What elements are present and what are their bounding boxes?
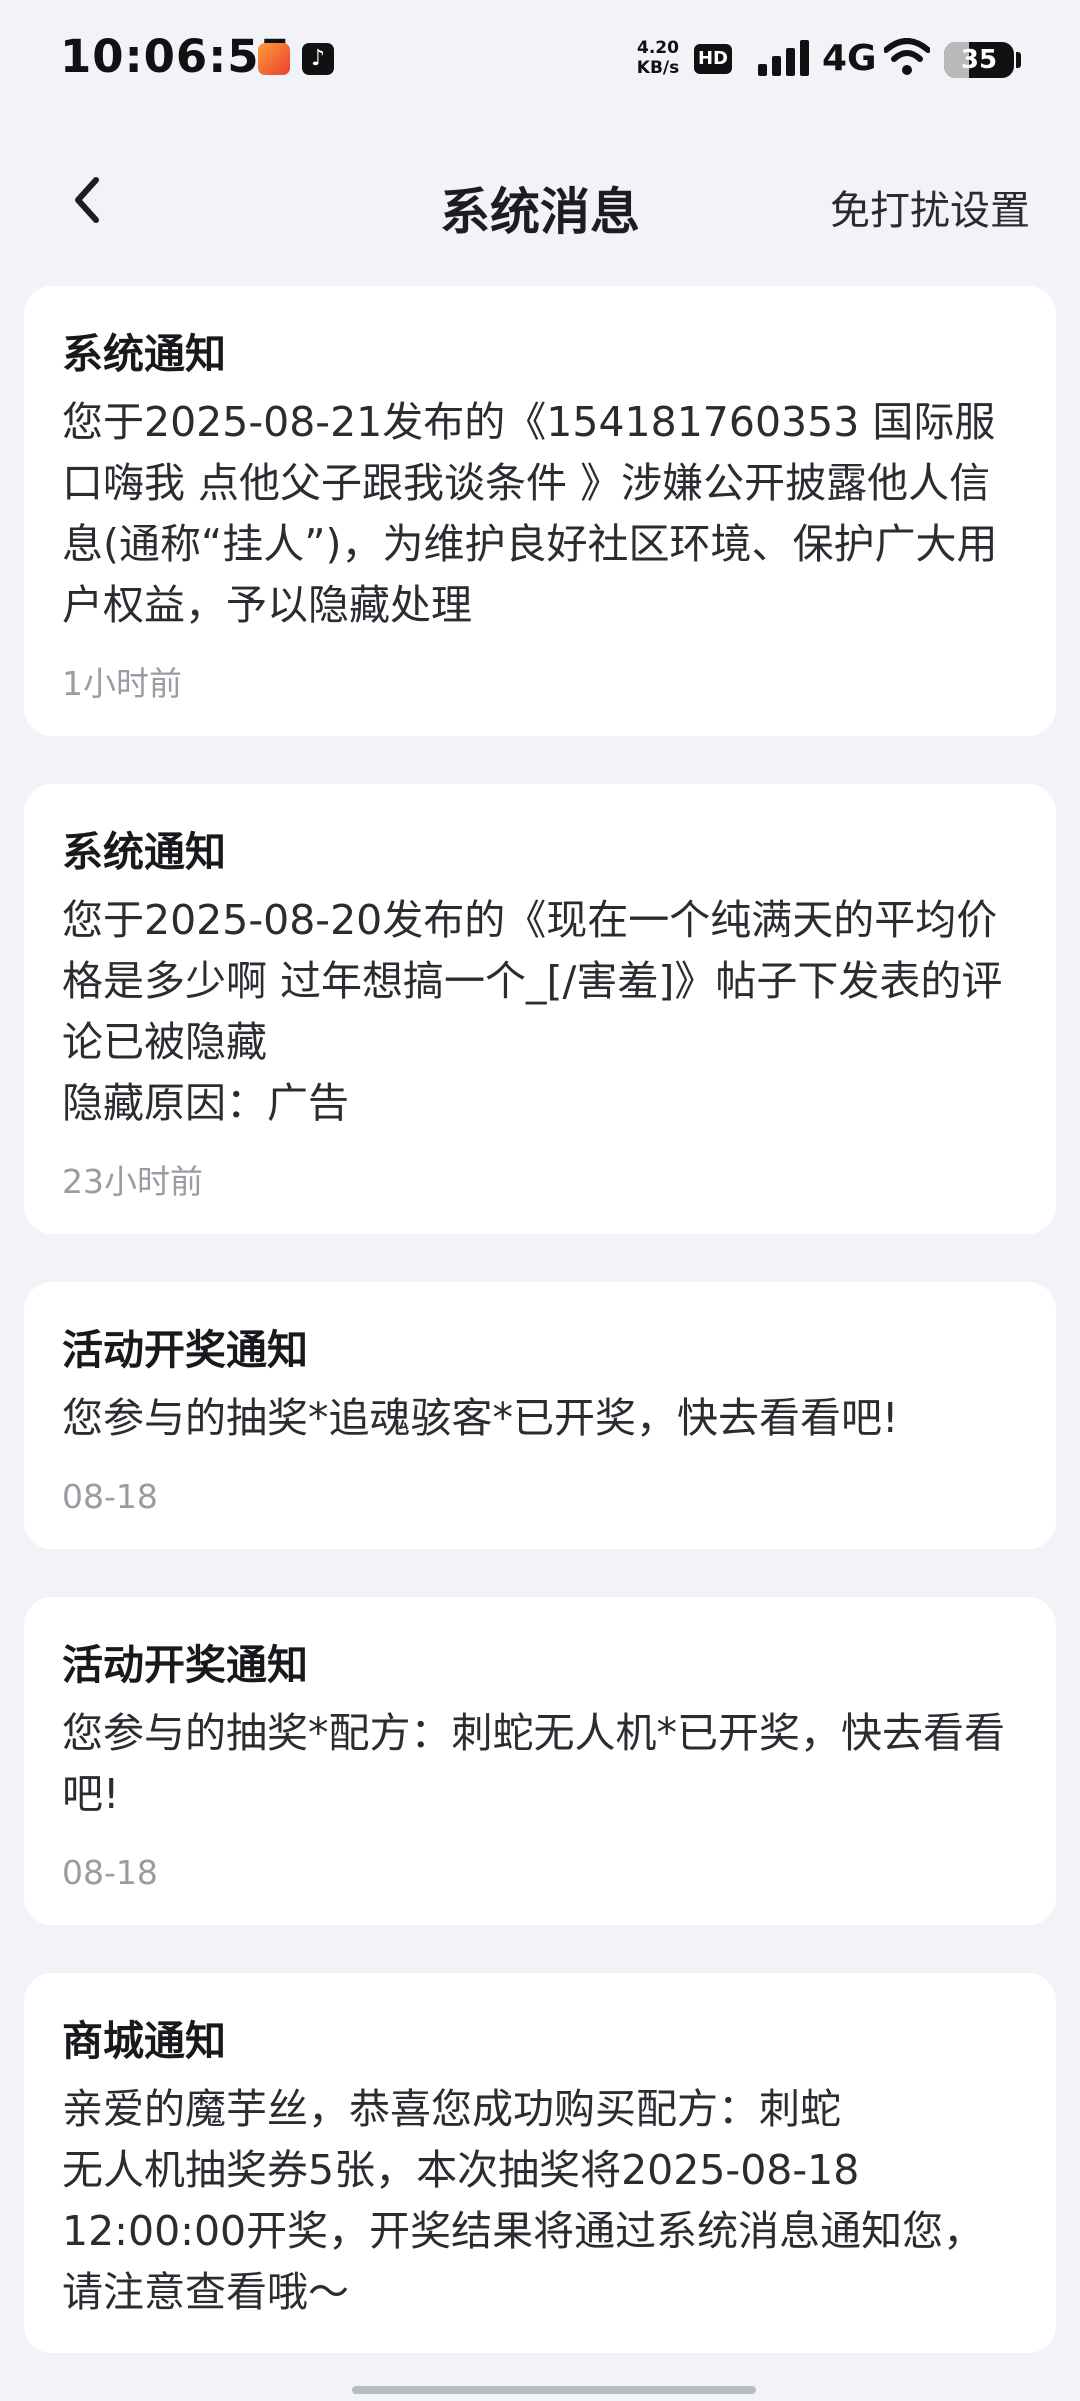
message-title: 活动开奖通知 xyxy=(62,1326,308,1374)
hd-voice-icon: HD xyxy=(694,44,732,74)
message-body: 您参与的抽奖*追魂骇客*已开奖，快去看看吧! xyxy=(62,1394,899,1442)
home-indicator[interactable] xyxy=(352,2386,756,2394)
message-time: 23小时前 xyxy=(62,1162,203,1201)
network-speed-value: 4.20 xyxy=(637,38,679,58)
message-body: 您于2025-08-21发布的《154181760353 国际服口嗨我 点他父子… xyxy=(62,398,998,629)
nav-bar: 系统消息 免打扰设置 xyxy=(0,150,1080,250)
message-title: 系统通知 xyxy=(62,828,226,876)
message-body: 您参与的抽奖*配方：刺蛇无人机*已开奖，快去看看吧! xyxy=(62,1709,1005,1818)
message-card[interactable]: 活动开奖通知 您参与的抽奖*追魂骇客*已开奖，快去看看吧! 08-18 xyxy=(24,1282,1056,1549)
message-list: 系统通知 您于2025-08-21发布的《154181760353 国际服口嗨我… xyxy=(24,286,1056,2401)
message-card[interactable]: 商城通知 亲爱的魔芋丝，恭喜您成功购买配方：刺蛇 无人机抽奖券5张，本次抽奖将2… xyxy=(24,1973,1056,2353)
message-time: 08-18 xyxy=(62,1477,158,1516)
do-not-disturb-settings-button[interactable]: 免打扰设置 xyxy=(830,178,1030,236)
message-card[interactable]: 活动开奖通知 您参与的抽奖*配方：刺蛇无人机*已开奖，快去看看吧! 08-18 xyxy=(24,1597,1056,1925)
wifi-icon xyxy=(884,38,930,75)
douyin-notification-icon: ♪ xyxy=(302,43,334,75)
message-card[interactable]: 系统通知 您于2025-08-21发布的《154181760353 国际服口嗨我… xyxy=(24,286,1056,736)
message-title: 系统通知 xyxy=(62,330,226,378)
message-time: 08-18 xyxy=(62,1853,158,1892)
battery-level: 35 xyxy=(960,45,998,75)
battery-cap xyxy=(1016,52,1021,68)
status-bar: 10:06:55 ♪ 4.20 KB/s HD 4G 35 xyxy=(0,0,1080,120)
cellular-signal-icon xyxy=(758,40,810,76)
network-speed-unit: KB/s xyxy=(636,58,680,78)
network-speed: 4.20 KB/s xyxy=(630,38,686,78)
network-type: 4G xyxy=(822,38,877,79)
message-card[interactable]: 系统通知 您于2025-08-20发布的《现在一个纯满天的平均价格是多少啊 过年… xyxy=(24,784,1056,1234)
message-body: 亲爱的魔芋丝，恭喜您成功购买配方：刺蛇 无人机抽奖券5张，本次抽奖将2025-0… xyxy=(62,2085,985,2316)
game-app-notification-icon xyxy=(258,43,290,75)
message-time: 1小时前 xyxy=(62,664,182,703)
battery-icon: 35 xyxy=(944,42,1014,78)
message-body: 您于2025-08-20发布的《现在一个纯满天的平均价格是多少啊 过年想搞一个_… xyxy=(62,896,1003,1127)
message-title: 商城通知 xyxy=(62,2017,226,2065)
message-title: 活动开奖通知 xyxy=(62,1641,308,1689)
